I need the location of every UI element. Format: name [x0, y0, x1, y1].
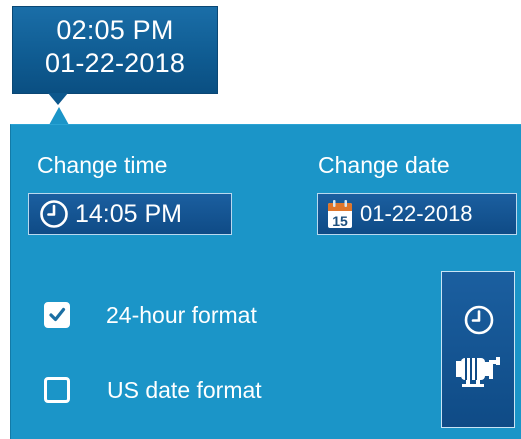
format-24h-label: 24-hour format [106, 302, 257, 328]
change-date-label: Change date [318, 152, 450, 178]
current-date: 01-22-2018 [44, 48, 186, 78]
us-date-checkbox[interactable] [44, 377, 70, 403]
calendar-icon: 15 [326, 198, 354, 230]
change-time-label: Change time [37, 152, 168, 178]
time-input[interactable]: 14:05 PM [28, 193, 232, 235]
checkmark-icon [49, 307, 66, 322]
pump-motor-icon [456, 352, 502, 392]
time-date-panel: Change time Change date 14:05 PM 15 01-2… [10, 124, 521, 439]
us-date-option[interactable]: US date format [44, 376, 262, 404]
current-time-badge: 02:05 PM 01-22-2018 [12, 6, 218, 94]
date-value: 01-22-2018 [360, 201, 473, 226]
clock-icon [463, 304, 495, 336]
us-date-label: US date format [107, 377, 262, 403]
time-value: 14:05 PM [75, 200, 183, 228]
current-time: 02:05 PM [56, 15, 174, 45]
clock-icon [39, 199, 69, 229]
format-24h-option[interactable]: 24-hour format [44, 301, 257, 329]
date-input[interactable]: 15 01-22-2018 [317, 193, 517, 235]
clock-pump-mode-button[interactable] [441, 271, 515, 428]
format-24h-checkbox[interactable] [44, 302, 70, 328]
time-date-settings-screen: 02:05 PM 01-22-2018 Change time Change d… [0, 0, 521, 439]
calendar-day: 15 [332, 213, 348, 229]
badge-pointer [48, 93, 68, 105]
panel-notch [49, 107, 69, 125]
